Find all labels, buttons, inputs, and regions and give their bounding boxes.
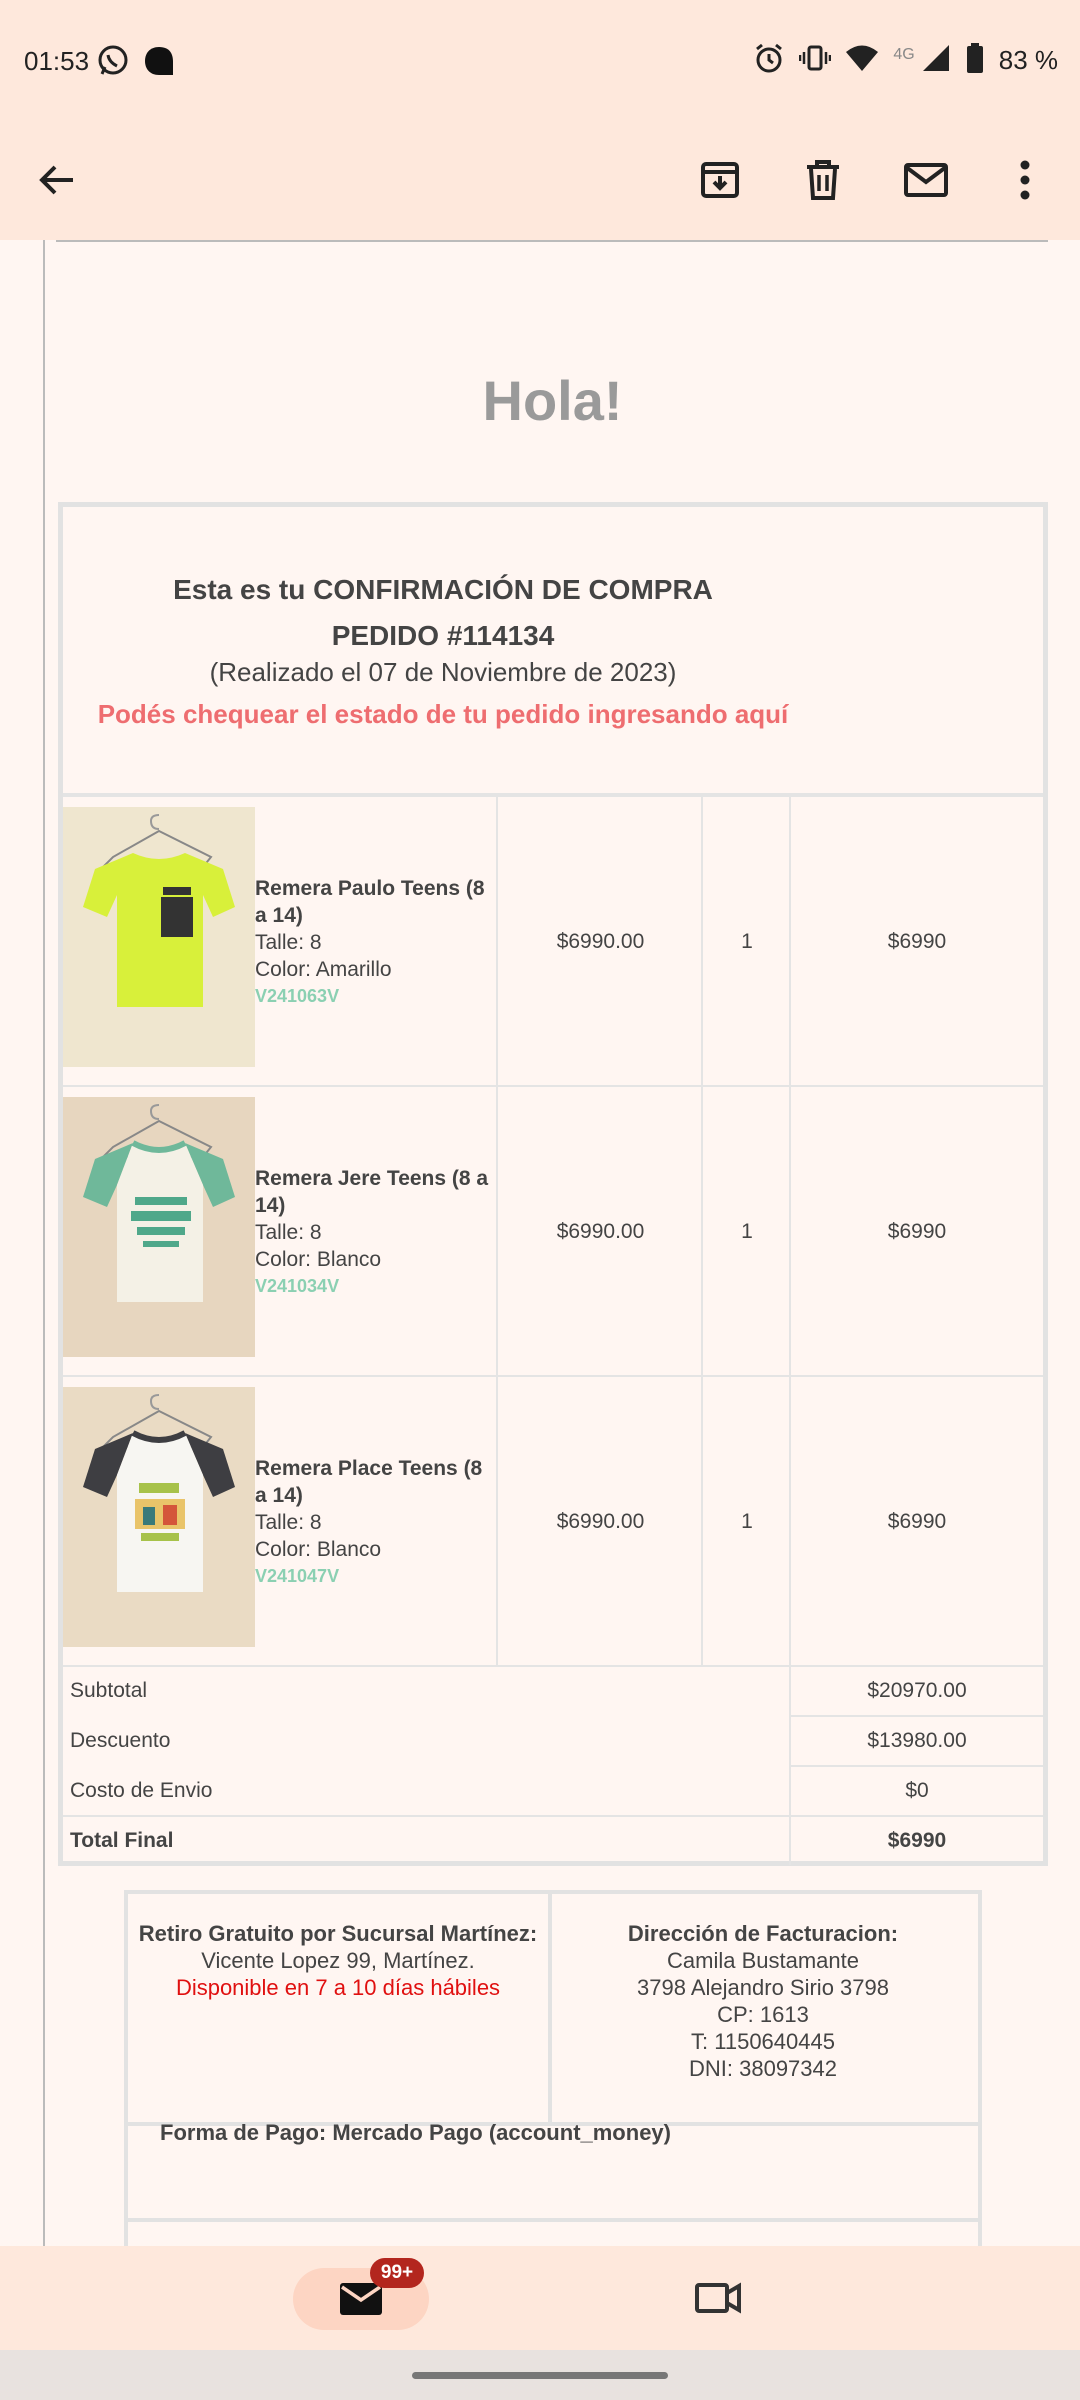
product-total: $6990 (887, 1510, 947, 1533)
delivery-info: Retiro Gratuito por Sucursal Martínez: V… (124, 1890, 982, 2246)
table-row: Remera Paulo Teens (8 a 14) Talle: 8 Col… (63, 797, 1043, 1087)
total-value: $6990 (887, 1829, 947, 1852)
vibrate-icon (799, 42, 832, 79)
product-image[interactable] (63, 1097, 255, 1357)
table-row: Remera Place Teens (8 a 14) Talle: 8 Col… (63, 1377, 1043, 1667)
battery-percent: 83 % (998, 45, 1058, 75)
bottom-nav: 99+ (0, 2246, 1080, 2350)
product-image[interactable] (63, 807, 255, 1067)
total-label: Total Final (70, 1829, 174, 1852)
more-options-button[interactable] (995, 150, 1055, 210)
network-type: 4G (893, 45, 915, 63)
total-row: Total Final $6990 (63, 1817, 1043, 1867)
subtotal-row: Subtotal $20970.00 (63, 1667, 1043, 1717)
alarm-icon (753, 42, 785, 79)
wifi-icon (845, 43, 879, 78)
app-dot-icon (142, 44, 176, 78)
order-status-link[interactable]: Podés chequear el estado de tu pedido in… (63, 699, 823, 730)
subtotal-value: $20970.00 (867, 1679, 967, 1702)
mark-unread-button[interactable] (896, 150, 956, 210)
order-table: Esta es tu CONFIRMACIÓN DE COMPRA PEDIDO… (58, 502, 1048, 1866)
payment-method: Forma de Pago: Mercado Pago (account_mon… (160, 2120, 671, 2145)
product-name[interactable]: Remera Paulo Teens (8 a 14) (255, 875, 495, 929)
mark-unread-icon (904, 163, 948, 197)
billing-name: Camila Bustamante (667, 1948, 859, 1973)
status-time: 01:53 (24, 46, 90, 76)
product-size: Talle: 8 (255, 1511, 322, 1534)
archive-icon (701, 162, 739, 198)
product-total: $6990 (887, 1220, 947, 1243)
product-price: $6990.00 (556, 1510, 645, 1533)
unread-badge: 99+ (370, 2258, 424, 2288)
battery-icon (965, 42, 985, 79)
product-sku: V241063V (255, 986, 340, 1006)
order-date: (Realizado el 07 de Noviembre de 2023) (209, 657, 677, 687)
product-total: $6990 (887, 930, 947, 953)
divider (56, 240, 1048, 242)
whatsapp-icon (96, 44, 130, 78)
billing-title: Dirección de Facturacion: (627, 1921, 899, 1946)
billing-cp: CP: 1613 (717, 2002, 809, 2027)
video-icon (695, 2282, 741, 2314)
product-color: Color: Blanco (255, 1538, 382, 1561)
pickup-title: Retiro Gratuito por Sucursal Martínez: (138, 1921, 538, 1946)
pickup-info: Retiro Gratuito por Sucursal Martínez: V… (128, 1920, 548, 2001)
shipping-row: Costo de Envio $0 (63, 1767, 1043, 1817)
product-price: $6990.00 (556, 930, 645, 953)
order-number: PEDIDO #114134 (331, 620, 555, 651)
discount-value: $13980.00 (867, 1729, 967, 1752)
product-info: Remera Jere Teens (8 a 14) Talle: 8 Colo… (255, 1165, 495, 1300)
confirmation-header: Esta es tu CONFIRMACIÓN DE COMPRA PEDIDO… (63, 507, 1043, 793)
product-name[interactable]: Remera Place Teens (8 a 14) (255, 1455, 495, 1509)
product-name[interactable]: Remera Jere Teens (8 a 14) (255, 1165, 495, 1219)
discount-row: Descuento $13980.00 (63, 1717, 1043, 1767)
nav-meet-button[interactable] (690, 2270, 746, 2326)
gesture-area (0, 2350, 1080, 2400)
status-bar: 01:53 4G 83 % (0, 0, 1080, 120)
product-color: Color: Blanco (255, 1248, 382, 1271)
signal-icon (921, 43, 951, 78)
gesture-handle[interactable] (412, 2372, 668, 2379)
billing-info: Dirección de Facturacion: Camila Bustama… (548, 1920, 978, 2082)
billing-dni: DNI: 38097342 (689, 2056, 837, 2081)
next-box (124, 2218, 982, 2246)
product-sku: V241034V (255, 1276, 340, 1296)
confirmation-line: Esta es tu CONFIRMACIÓN DE COMPRA (173, 574, 713, 605)
delete-button[interactable] (793, 150, 853, 210)
email-body[interactable]: Hola! Esta es tu CONFIRMACIÓN DE COMPRA … (0, 240, 1080, 2246)
product-price: $6990.00 (556, 1220, 645, 1243)
back-arrow-icon (39, 165, 73, 195)
billing-street: 3798 Alejandro Sirio 3798 (637, 1975, 889, 2000)
product-info: Remera Place Teens (8 a 14) Talle: 8 Col… (255, 1455, 495, 1590)
product-info: Remera Paulo Teens (8 a 14) Talle: 8 Col… (255, 875, 495, 1010)
subtotal-label: Subtotal (70, 1679, 148, 1702)
delete-icon (807, 160, 839, 200)
back-button[interactable] (27, 150, 87, 210)
mail-icon (340, 2283, 382, 2315)
product-qty: 1 (741, 1220, 753, 1243)
shipping-label: Costo de Envio (70, 1779, 213, 1802)
product-image[interactable] (63, 1387, 255, 1647)
product-qty: 1 (741, 1510, 753, 1533)
product-sku: V241047V (255, 1566, 340, 1586)
product-qty: 1 (741, 930, 753, 953)
product-size: Talle: 8 (255, 1221, 322, 1244)
product-color: Color: Amarillo (255, 958, 392, 981)
archive-button[interactable] (690, 150, 750, 210)
app-bar (0, 120, 1080, 240)
billing-phone: T: 1150640445 (691, 2029, 835, 2054)
shipping-value: $0 (905, 1779, 929, 1802)
confirmation-title: Esta es tu CONFIRMACIÓN DE COMPRA PEDIDO… (63, 567, 823, 659)
table-row: Remera Jere Teens (8 a 14) Talle: 8 Colo… (63, 1087, 1043, 1377)
pickup-address: Vicente Lopez 99, Martínez. (201, 1948, 475, 1973)
product-size: Talle: 8 (255, 931, 322, 954)
discount-label: Descuento (70, 1729, 171, 1752)
more-vert-icon (1020, 160, 1030, 200)
pickup-availability: Disponible en 7 a 10 días hábiles (175, 1975, 501, 2000)
thread-line (43, 240, 45, 2246)
status-icons: 4G 83 % (753, 42, 1058, 79)
greeting: Hola! (482, 369, 623, 432)
